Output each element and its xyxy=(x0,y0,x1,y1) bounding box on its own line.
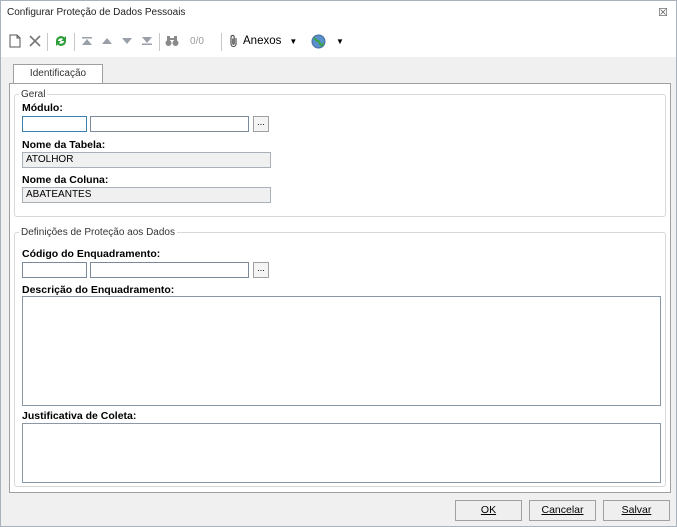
chevron-down-icon: ▼ xyxy=(336,36,344,46)
tab-area: Identificação Geral Módulo: ... Nome da … xyxy=(9,61,671,493)
tabela-field[interactable]: ATOLHOR xyxy=(22,152,271,168)
tab-identificacao[interactable]: Identificação xyxy=(13,64,103,84)
binoculars-icon[interactable] xyxy=(164,31,180,51)
close-icon[interactable]: ☒ xyxy=(658,6,668,19)
modulo-browse-button[interactable]: ... xyxy=(253,116,269,132)
paperclip-icon xyxy=(228,34,240,48)
tab-panel: Geral Módulo: ... Nome da Tabela: ATOLHO… xyxy=(9,83,671,493)
ok-button[interactable]: OK xyxy=(455,500,522,521)
tabela-label: Nome da Tabela: xyxy=(22,139,106,151)
codigo-description-input[interactable] xyxy=(90,262,249,278)
previous-record-icon[interactable] xyxy=(99,31,115,51)
title-bar: Configurar Proteção de Dados Pessoais ☒ xyxy=(1,1,676,25)
last-record-icon[interactable] xyxy=(139,31,155,51)
justificativa-label: Justificativa de Coleta: xyxy=(22,410,137,422)
toolbar-separator xyxy=(74,33,75,51)
codigo-label: Código do Enquadramento: xyxy=(22,248,161,260)
protecao-legend: Definições de Proteção aos Dados xyxy=(21,227,175,238)
anexos-label: Anexos xyxy=(243,35,282,47)
coluna-field[interactable]: ABATEANTES xyxy=(22,187,271,203)
ok-label: OK xyxy=(480,504,497,516)
descricao-textarea[interactable] xyxy=(22,296,661,406)
first-record-icon[interactable] xyxy=(79,31,95,51)
new-document-icon[interactable] xyxy=(7,31,23,51)
toolbar-separator xyxy=(159,33,160,51)
record-counter: 0/0 xyxy=(190,35,204,47)
salvar-button[interactable]: Salvar xyxy=(603,500,670,521)
toolbar: 0/0 Anexos ▼ ▼ xyxy=(1,25,676,57)
geral-legend: Geral xyxy=(21,89,46,100)
chevron-down-icon: ▼ xyxy=(289,36,298,46)
toolbar-separator xyxy=(221,33,222,51)
modulo-code-input[interactable] xyxy=(22,116,87,132)
delete-icon[interactable] xyxy=(27,31,43,51)
toolbar-separator xyxy=(47,33,48,51)
coluna-label: Nome da Coluna: xyxy=(22,174,109,186)
window-title: Configurar Proteção de Dados Pessoais xyxy=(7,7,186,18)
codigo-code-input[interactable] xyxy=(22,262,87,278)
anexos-button[interactable]: Anexos ▼ xyxy=(228,31,300,51)
modulo-label: Módulo: xyxy=(22,102,63,114)
modulo-description-input[interactable] xyxy=(90,116,249,132)
cancelar-label: Cancelar xyxy=(541,504,584,516)
justificativa-textarea[interactable] xyxy=(22,423,661,483)
salvar-label: Salvar xyxy=(621,504,652,516)
next-record-icon[interactable] xyxy=(119,31,135,51)
globe-icon xyxy=(311,34,326,49)
globe-menu-button[interactable]: ▼ xyxy=(311,31,351,51)
codigo-browse-button[interactable]: ... xyxy=(253,262,269,278)
dialog-window: Configurar Proteção de Dados Pessoais ☒ xyxy=(0,0,677,527)
cancelar-button[interactable]: Cancelar xyxy=(529,500,596,521)
refresh-icon[interactable] xyxy=(52,31,70,51)
descricao-label: Descrição do Enquadramento: xyxy=(22,284,175,296)
